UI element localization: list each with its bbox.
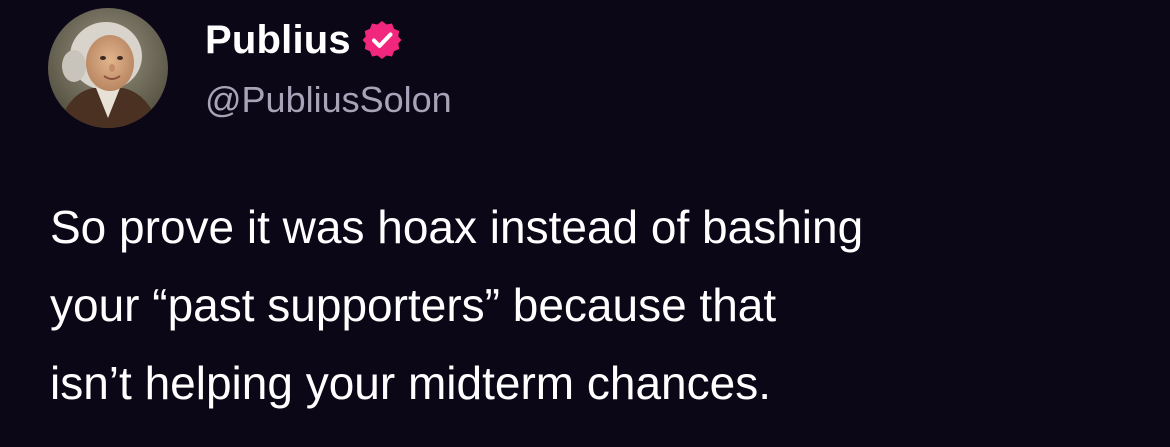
avatar-portrait-image bbox=[48, 8, 168, 128]
verified-badge-icon bbox=[361, 19, 403, 61]
tweet-card: Publius @PubliusSolon So prove it was ho… bbox=[0, 0, 1170, 447]
tweet-text: So prove it was hoax instead of bashing … bbox=[50, 188, 1140, 422]
tweet-text-line: your “past supporters” because that bbox=[50, 279, 777, 331]
author-display-name[interactable]: Publius bbox=[205, 16, 351, 64]
avatar[interactable] bbox=[48, 8, 168, 128]
tweet-text-line: So prove it was hoax instead of bashing bbox=[50, 201, 864, 253]
author-name-row: Publius bbox=[205, 16, 403, 64]
tweet-text-line: isn’t helping your midterm chances. bbox=[50, 357, 771, 409]
author-handle[interactable]: @PubliusSolon bbox=[205, 78, 452, 122]
